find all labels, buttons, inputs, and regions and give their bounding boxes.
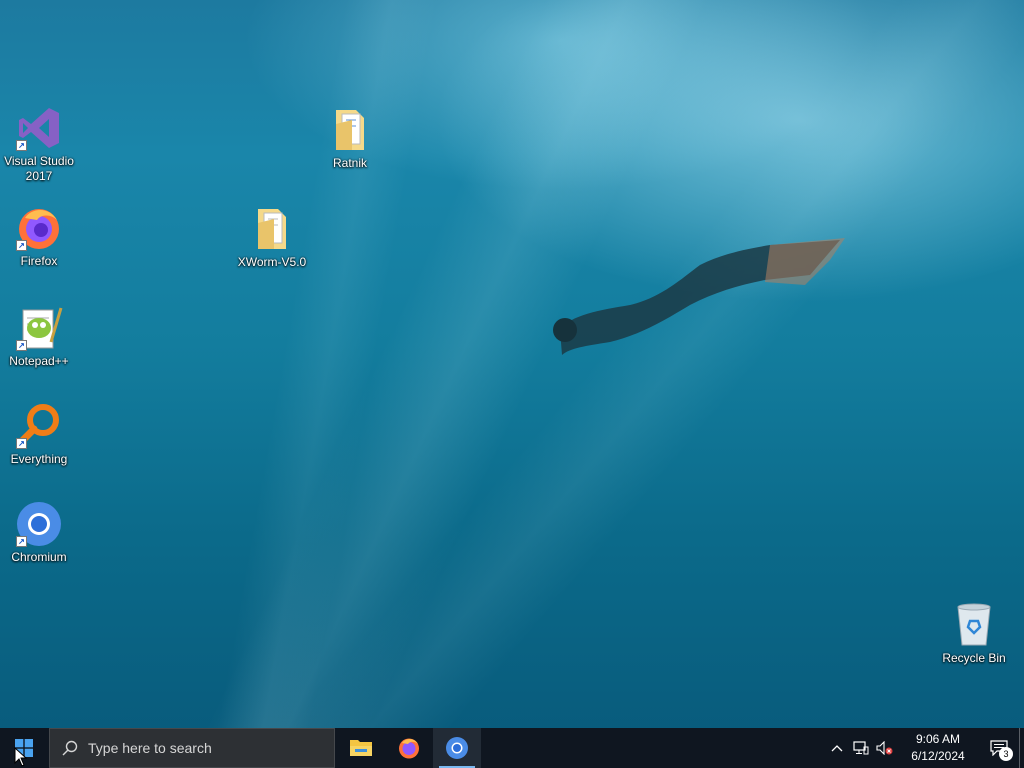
clock[interactable]: 9:06 AM 6/12/2024 xyxy=(903,731,973,765)
notification-count-badge: 3 xyxy=(999,747,1013,761)
network-icon[interactable] xyxy=(849,728,873,768)
show-desktop-button[interactable] xyxy=(1019,728,1024,768)
desktop-icon-firefox[interactable]: ↗ Firefox xyxy=(1,204,77,269)
taskbar: Type here to search 9:06 AM 6/12/2024 3 xyxy=(0,728,1024,768)
desktop-icon-everything[interactable]: ↗ Everything xyxy=(1,402,77,467)
mouse-cursor-icon xyxy=(14,747,28,767)
desktop-icon-notepadpp[interactable]: ↗ Notepad++ xyxy=(1,304,77,369)
desktop-icon-label: Recycle Bin xyxy=(942,651,1006,665)
system-tray: 9:06 AM 6/12/2024 3 xyxy=(825,728,1024,768)
desktop-icon-recycle-bin[interactable]: Recycle Bin xyxy=(936,601,1012,666)
firefox-icon xyxy=(399,738,419,759)
everything-icon: ↗ xyxy=(15,402,63,450)
shortcut-arrow-icon: ↗ xyxy=(16,140,27,151)
action-center-button[interactable]: 3 xyxy=(979,728,1019,768)
folder-icon xyxy=(248,205,296,253)
wallpaper-rays xyxy=(0,0,1024,728)
desktop-icon-label: Everything xyxy=(10,452,68,466)
shortcut-arrow-icon: ↗ xyxy=(16,438,27,449)
search-placeholder: Type here to search xyxy=(88,740,212,756)
chromium-icon: ↗ xyxy=(15,500,63,548)
taskbar-file-explorer[interactable] xyxy=(337,728,385,768)
recycle-bin-icon xyxy=(950,601,998,649)
wallpaper-swimmer xyxy=(553,238,845,355)
shortcut-arrow-icon: ↗ xyxy=(16,536,27,547)
chevron-up-icon[interactable] xyxy=(825,728,849,768)
taskbar-chromium[interactable] xyxy=(433,728,481,768)
clock-time: 9:06 AM xyxy=(915,732,961,746)
desktop-icon-label: Chromium xyxy=(11,550,67,564)
taskbar-firefox[interactable] xyxy=(385,728,433,768)
file-explorer-icon xyxy=(350,740,372,756)
taskbar-search-box[interactable]: Type here to search xyxy=(49,728,335,768)
clock-date: 6/12/2024 xyxy=(911,749,965,763)
notepadpp-icon: ↗ xyxy=(15,304,63,352)
desktop-icon-label: Visual Studio 2017 xyxy=(4,154,74,183)
desktop-icon-label: Ratnik xyxy=(332,156,367,170)
desktop-icon-xworm[interactable]: XWorm-V5.0 xyxy=(234,205,310,270)
search-icon xyxy=(62,740,78,756)
desktop-icon-ratnik[interactable]: Ratnik xyxy=(312,106,388,171)
firefox-icon: ↗ xyxy=(15,204,63,252)
chromium-icon xyxy=(446,737,468,759)
folder-icon xyxy=(326,106,374,154)
shortcut-arrow-icon: ↗ xyxy=(16,340,27,351)
desktop-icon-label: Firefox xyxy=(20,254,58,268)
volume-muted-icon[interactable] xyxy=(873,728,897,768)
desktop-icon-chromium[interactable]: ↗ Chromium xyxy=(1,500,77,565)
visual-studio-icon: ↗ xyxy=(15,104,63,152)
desktop-icon-label: Notepad++ xyxy=(9,354,69,368)
desktop-icon-label: XWorm-V5.0 xyxy=(237,255,307,269)
desktop-icon-visual-studio[interactable]: ↗ Visual Studio 2017 xyxy=(1,104,77,184)
shortcut-arrow-icon: ↗ xyxy=(16,240,27,251)
